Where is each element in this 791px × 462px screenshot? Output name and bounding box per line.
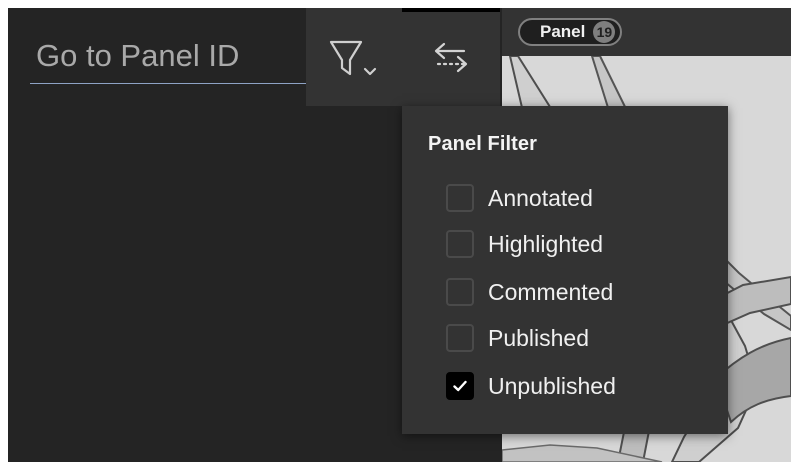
filter-icon <box>329 40 377 76</box>
highlighted-label: Highlighted <box>488 230 604 257</box>
app-frame: Panel 19 Panel Filter Annotated Highligh… <box>8 8 791 462</box>
annotated-checkbox[interactable] <box>446 184 474 212</box>
commented-checkbox[interactable] <box>446 278 474 306</box>
filter-option-published[interactable]: Published <box>446 320 706 356</box>
chevron-down-icon <box>363 67 377 76</box>
unpublished-checkbox[interactable] <box>446 372 474 400</box>
swap-button[interactable] <box>402 8 500 106</box>
highlighted-checkbox[interactable] <box>446 230 474 258</box>
unpublished-label: Unpublished <box>488 372 616 399</box>
commented-label: Commented <box>488 278 614 305</box>
panel-filter-title: Panel Filter <box>428 133 538 155</box>
filter-option-highlighted[interactable]: Highlighted <box>446 226 706 262</box>
panel-preview-header: Panel 19 <box>502 8 791 56</box>
annotated-label: Annotated <box>488 184 593 211</box>
filter-option-unpublished[interactable]: Unpublished <box>446 368 706 404</box>
panel-id-search <box>30 28 308 86</box>
filter-option-commented[interactable]: Commented <box>446 274 706 310</box>
panel-badge-label: Panel <box>540 22 586 41</box>
swap-arrows-icon <box>434 42 468 73</box>
published-label: Published <box>488 324 590 351</box>
left-panel <box>8 8 402 462</box>
panel-filter-menu: Panel Filter Annotated Highlighted Comme… <box>402 106 728 434</box>
panel-badge-count: 19 <box>593 21 616 43</box>
panel-id-input[interactable] <box>30 28 308 84</box>
panel-badge[interactable]: Panel 19 <box>518 18 623 46</box>
filter-option-annotated[interactable]: Annotated <box>446 180 706 216</box>
checkmark-icon <box>453 380 467 392</box>
filter-button[interactable] <box>306 8 402 106</box>
published-checkbox[interactable] <box>446 324 474 352</box>
